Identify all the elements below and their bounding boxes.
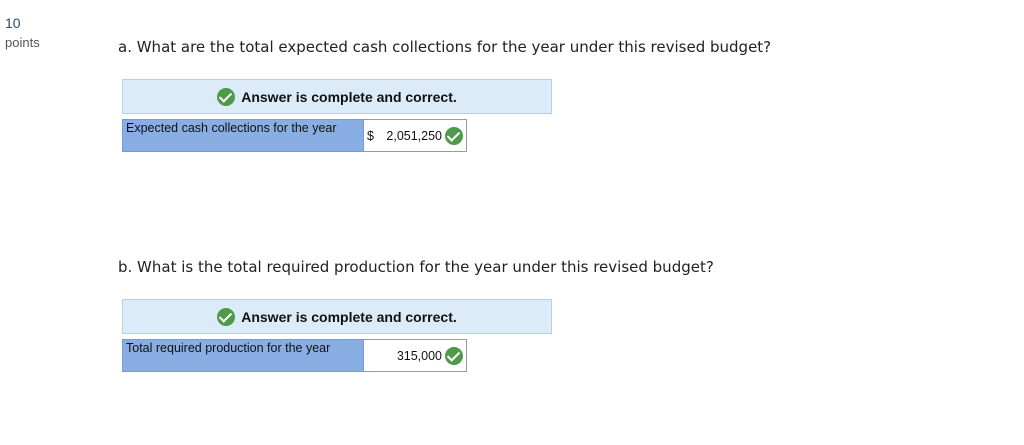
check-circle-icon xyxy=(217,307,236,326)
banner-text-a: Answer is complete and correct. xyxy=(241,88,457,105)
answer-row-a: Expected cash collections for the year $… xyxy=(122,119,467,152)
answer-field-b[interactable]: 315,000 xyxy=(364,339,467,372)
currency-symbol: $ xyxy=(367,128,374,143)
question-a: a. What are the total expected cash coll… xyxy=(118,38,772,56)
answer-value-b: 315,000 xyxy=(396,348,442,363)
question-b: b. What is the total required production… xyxy=(118,258,714,276)
check-circle-icon xyxy=(445,126,463,145)
answer-status-banner-b: Answer is complete and correct. xyxy=(122,299,552,334)
answer-label-b: Total required production for the year xyxy=(122,339,364,372)
answer-field-a[interactable]: $ 2,051,250 xyxy=(364,119,467,152)
answer-label-a: Expected cash collections for the year xyxy=(122,119,364,152)
answer-status-banner-a: Answer is complete and correct. xyxy=(122,79,552,114)
check-circle-icon xyxy=(217,87,236,106)
points-label: points xyxy=(5,35,40,50)
banner-text-b: Answer is complete and correct. xyxy=(241,308,457,325)
answer-row-b: Total required production for the year 3… xyxy=(122,339,467,372)
check-circle-icon xyxy=(445,346,463,365)
answer-value-a: 2,051,250 xyxy=(386,128,442,143)
points-value: 10 xyxy=(5,15,21,31)
